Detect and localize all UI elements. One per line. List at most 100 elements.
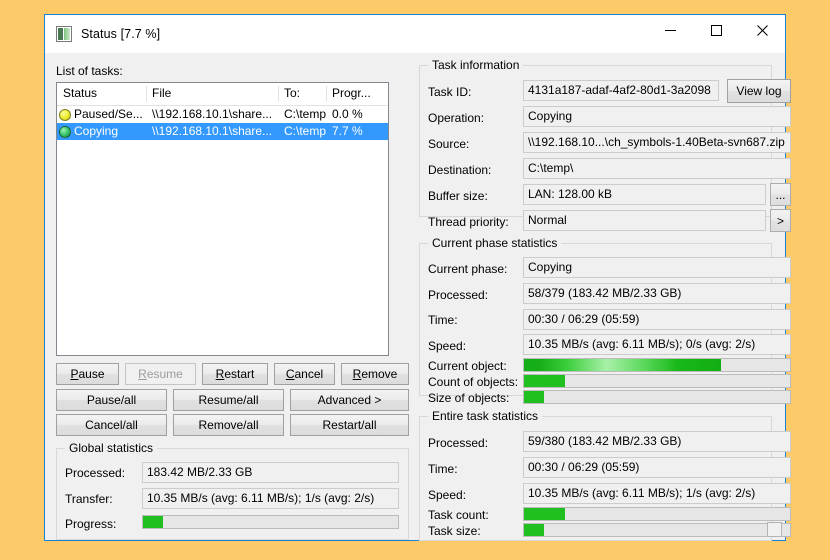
column-header-to[interactable]: To: (278, 83, 326, 105)
task-file-cell: \\192.168.10.1\share... (146, 106, 278, 123)
resize-grip[interactable] (767, 522, 782, 537)
task-file-cell: \\192.168.10.1\share... (146, 123, 278, 140)
current-object-label: Current object: (428, 359, 507, 373)
global-processed-value: 183.42 MB/2.33 GB (142, 462, 399, 483)
size-of-objects-progress-bar (523, 390, 791, 404)
task-information-title: Task information (428, 58, 523, 72)
task-progress-cell: 7.7 % (326, 123, 388, 140)
task-count-progress-fill (524, 508, 565, 520)
pause-all-button-label: Pause/all (87, 393, 136, 407)
restart-all-button[interactable]: Restart/all (290, 414, 409, 436)
pause-all-button[interactable]: Pause/all (56, 389, 167, 411)
resume-button-label: Resume (138, 367, 183, 381)
column-header-status[interactable]: Status (57, 83, 146, 105)
list-of-tasks-label: List of tasks: (56, 64, 123, 78)
entire-task-statistics-title: Entire task statistics (428, 409, 542, 423)
buffer-size-label: Buffer size: (428, 189, 488, 203)
phase-speed-label: Speed: (428, 339, 466, 353)
entire-speed-value: 10.35 MB/s (avg: 6.11 MB/s); 1/s (avg: 2… (523, 483, 791, 504)
global-transfer-label: Transfer: (65, 492, 113, 506)
minimize-icon (664, 24, 677, 37)
task-list-header: Status File To: Progr... (57, 83, 388, 106)
size-of-objects-label: Size of objects: (428, 391, 509, 405)
restart-all-button-label: Restart/all (322, 418, 376, 432)
global-progress-fill (143, 516, 163, 528)
remove-button-label: Remove (353, 367, 398, 381)
thread-priority-value: Normal (523, 210, 766, 231)
task-id-value[interactable]: 4131a187-adaf-4af2-80d1-3a2098 (523, 80, 719, 101)
task-id-label: Task ID: (428, 85, 471, 99)
task-list[interactable]: Status File To: Progr... Paused/Se... \\… (56, 82, 389, 356)
entire-processed-value: 59/380 (183.42 MB/2.33 GB) (523, 431, 791, 452)
task-status-cell: Paused/Se... (57, 106, 146, 123)
global-transfer-value: 10.35 MB/s (avg: 6.11 MB/s); 1/s (avg: 2… (142, 488, 399, 509)
phase-speed-value: 10.35 MB/s (avg: 6.11 MB/s); 0/s (avg: 2… (523, 334, 791, 355)
destination-label: Destination: (428, 163, 491, 177)
resume-all-button[interactable]: Resume/all (173, 389, 284, 411)
task-count-label: Task count: (428, 508, 489, 522)
remove-button[interactable]: Remove (341, 363, 409, 385)
task-size-progress-bar (523, 523, 791, 537)
cancel-all-button-label: Cancel/all (85, 418, 138, 432)
task-size-progress-fill (524, 524, 544, 536)
app-icon (56, 26, 72, 42)
column-header-file[interactable]: File (146, 83, 278, 105)
count-of-objects-progress-bar (523, 374, 791, 388)
status-window: Status [7.7 %] List of tasks: Status Fil… (44, 14, 786, 541)
window-title: Status [7.7 %] (81, 27, 160, 41)
advanced-button[interactable]: Advanced > (290, 389, 409, 411)
close-icon (756, 24, 769, 37)
entire-processed-label: Processed: (428, 436, 488, 450)
client-area: List of tasks: Status File To: Progr... … (45, 53, 785, 540)
advanced-button-label: Advanced > (318, 393, 382, 407)
operation-label: Operation: (428, 111, 484, 125)
operation-value: Copying (523, 106, 791, 127)
column-header-progress[interactable]: Progr... (326, 83, 388, 105)
phase-processed-label: Processed: (428, 288, 488, 302)
table-row[interactable]: Copying \\192.168.10.1\share... C:\temp\… (57, 123, 388, 140)
global-processed-label: Processed: (65, 466, 125, 480)
phase-time-value: 00:30 / 06:29 (05:59) (523, 309, 791, 330)
task-progress-cell: 0.0 % (326, 106, 388, 123)
destination-value: C:\temp\ (523, 158, 791, 179)
task-status-text: Copying (74, 123, 118, 140)
global-progress-bar (142, 515, 399, 529)
source-value: \\192.168.10...\ch_symbols-1.40Beta-svn6… (523, 132, 791, 153)
task-status-text: Paused/Se... (74, 106, 143, 123)
global-progress-label: Progress: (65, 517, 116, 531)
source-label: Source: (428, 137, 469, 151)
current-object-progress-fill (524, 359, 721, 371)
view-log-button[interactable]: View log (727, 79, 791, 103)
resume-all-button-label: Resume/all (198, 393, 258, 407)
thread-priority-menu-button[interactable]: > (770, 209, 791, 232)
remove-all-button[interactable]: Remove/all (173, 414, 284, 436)
minimize-button[interactable] (647, 15, 693, 45)
view-log-button-label: View log (736, 84, 781, 98)
cancel-button[interactable]: Cancel (274, 363, 335, 385)
cancel-button-label: Cancel (286, 367, 323, 381)
maximize-icon (710, 24, 723, 37)
table-row[interactable]: Paused/Se... \\192.168.10.1\share... C:\… (57, 106, 388, 123)
cancel-all-button[interactable]: Cancel/all (56, 414, 167, 436)
size-of-objects-progress-fill (524, 391, 544, 403)
maximize-button[interactable] (693, 15, 739, 45)
title-bar[interactable]: Status [7.7 %] (45, 15, 785, 53)
task-size-label: Task size: (428, 524, 481, 538)
task-status-cell: Copying (57, 123, 146, 140)
entire-time-label: Time: (428, 462, 458, 476)
restart-button[interactable]: Restart (202, 363, 268, 385)
pause-button[interactable]: Pause (56, 363, 119, 385)
entire-time-value: 00:30 / 06:29 (05:59) (523, 457, 791, 478)
task-to-cell: C:\temp\ (278, 106, 326, 123)
task-count-progress-bar (523, 507, 791, 521)
restart-button-label: Restart (216, 367, 255, 381)
count-of-objects-progress-fill (524, 375, 565, 387)
pause-button-label: Pause (70, 367, 104, 381)
close-button[interactable] (739, 15, 785, 45)
current-phase-value: Copying (523, 257, 791, 278)
status-dot-copying-icon (59, 126, 71, 138)
entire-speed-label: Speed: (428, 488, 466, 502)
buffer-size-browse-button[interactable]: ... (770, 183, 791, 206)
resume-button: Resume (125, 363, 196, 385)
task-to-cell: C:\temp\ (278, 123, 326, 140)
